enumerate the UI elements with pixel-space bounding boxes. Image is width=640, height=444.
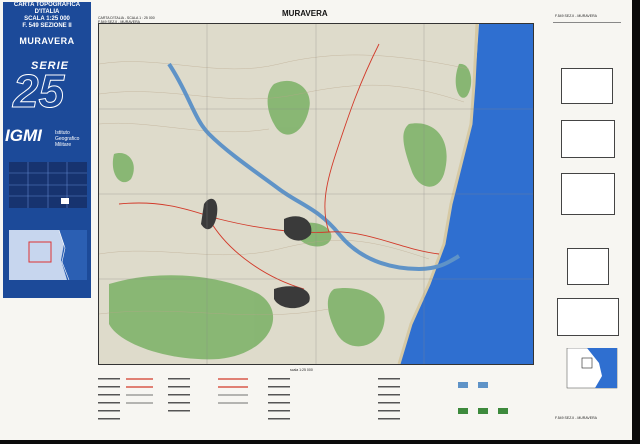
sheet-index-grid: [9, 162, 87, 208]
divider: [553, 22, 621, 23]
location-map-drawing: [9, 229, 70, 281]
map-drawing: [99, 24, 533, 364]
topographic-map: [98, 23, 534, 365]
inset-map: [566, 348, 618, 389]
location-map: [9, 229, 87, 281]
elevation-diagram: [561, 173, 615, 215]
index-grid-lines: [9, 162, 87, 208]
right-bottom-label: F.549 SEZ.II - MURAVERA: [555, 416, 597, 420]
map-title: MURAVERA: [282, 9, 328, 18]
right-info-panel: F.549 SEZ.II - MURAVERA F.549 SEZ.II - M…: [547, 8, 627, 436]
cover-sheet-name: MURAVERA: [19, 36, 75, 46]
igmi-logo: IGMI: [5, 126, 42, 145]
legend-drawing: [98, 378, 508, 420]
current-sheet-marker: [61, 198, 69, 204]
cover-sheet-number: F. 549 SEZIONE II: [22, 23, 72, 29]
serie-number: 25: [12, 65, 65, 117]
abbreviations-table: [557, 298, 619, 336]
map-sheet: CARTA TOPOGRAFICA D'ITALIA SCALA 1:25 00…: [0, 0, 632, 440]
cover-panel: CARTA TOPOGRAFICA D'ITALIA SCALA 1:25 00…: [3, 2, 91, 298]
cover-scale: SCALA 1:25 000: [24, 16, 70, 22]
grid-reference-table: [561, 120, 615, 158]
declination-box: [561, 68, 613, 104]
legend-area: [98, 372, 538, 434]
cover-title: CARTA TOPOGRAFICA D'ITALIA: [13, 2, 81, 15]
publisher-name: Istituto Geografico Militare: [55, 130, 80, 148]
scale-bar-box: [567, 248, 609, 285]
right-top-label: F.549 SEZ.II - MURAVERA: [555, 14, 597, 18]
